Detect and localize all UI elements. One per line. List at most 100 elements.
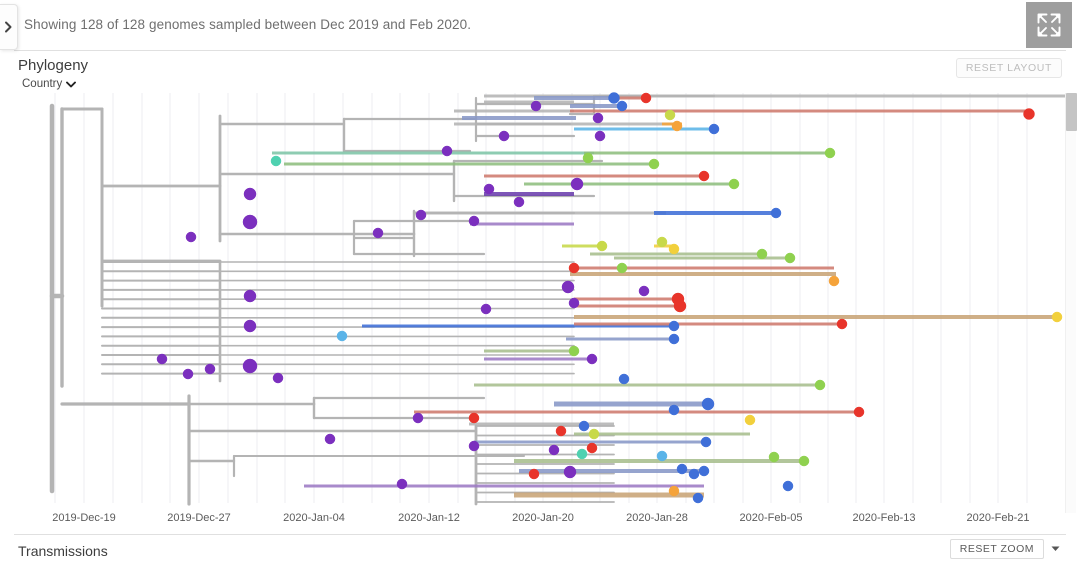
reset-layout-button[interactable]: RESET LAYOUT [955, 58, 1062, 78]
tree-tip[interactable] [441, 145, 453, 157]
tree-tip[interactable] [853, 406, 865, 418]
tree-tip[interactable] [692, 492, 704, 504]
sidebar-expand-toggle[interactable] [0, 4, 18, 50]
tree-tip[interactable] [396, 478, 408, 490]
tree-tip[interactable] [156, 353, 168, 365]
tree-tip[interactable] [701, 397, 715, 411]
tree-tip[interactable] [798, 455, 810, 467]
tree-tip[interactable] [668, 333, 680, 345]
tree-tip[interactable] [824, 147, 836, 159]
tree-tip[interactable] [555, 425, 567, 437]
tree-tip[interactable] [480, 303, 492, 315]
tree-tip[interactable] [243, 319, 257, 333]
tree-tip[interactable] [530, 100, 542, 112]
tree-tip[interactable] [594, 130, 606, 142]
tree-tip[interactable] [656, 236, 668, 248]
tree-tip[interactable] [468, 215, 480, 227]
scrollbar-thumb[interactable] [1066, 93, 1077, 131]
tree-tip[interactable] [204, 363, 216, 375]
page-title: Phylogeny [18, 57, 89, 74]
tree-tip[interactable] [836, 318, 848, 330]
tree-tip[interactable] [828, 275, 840, 287]
tree-tip[interactable] [412, 412, 424, 424]
tree-tip[interactable] [744, 414, 756, 426]
tree-tip[interactable] [586, 353, 598, 365]
tree-tip[interactable] [1023, 108, 1035, 120]
fullscreen-button[interactable] [1026, 2, 1072, 48]
tree-tip[interactable] [513, 196, 525, 208]
tree-tip[interactable] [548, 444, 560, 456]
tree-tip[interactable] [671, 120, 683, 132]
tree-tip[interactable] [578, 420, 590, 432]
tree-tip[interactable] [814, 379, 826, 391]
tree-tip[interactable] [528, 468, 540, 480]
tree-tip[interactable] [1051, 311, 1063, 323]
vertical-scrollbar[interactable] [1065, 93, 1077, 513]
tree-tip[interactable] [588, 428, 600, 440]
tree-tip[interactable] [242, 358, 258, 374]
tree-tip[interactable] [592, 112, 604, 124]
tree-tip[interactable] [668, 485, 680, 497]
tree-tip[interactable] [582, 152, 594, 164]
tree-tip[interactable] [673, 299, 687, 313]
tree-tip[interactable] [664, 109, 676, 121]
tree-tip[interactable] [668, 320, 680, 332]
phylogeny-plot[interactable]: 2019-Dec-19 2019-Dec-27 2020-Jan-04 2020-Ja… [14, 91, 1066, 536]
time-axis: 2019-Dec-19 2019-Dec-27 2020-Jan-04 2020-Ja… [52, 512, 1029, 524]
tree-tip[interactable] [570, 177, 584, 191]
tree-tip[interactable] [596, 240, 608, 252]
tree-tip[interactable] [468, 412, 480, 424]
tree-tip[interactable] [468, 440, 480, 452]
tree-tip[interactable] [498, 130, 510, 142]
tree-tip[interactable] [182, 368, 194, 380]
tree-tip[interactable] [768, 451, 780, 463]
phylogeny-tree-svg[interactable]: 2019-Dec-19 2019-Dec-27 2020-Jan-04 2020-Ja… [14, 91, 1066, 536]
tree-tip[interactable] [336, 330, 348, 342]
tree-tip[interactable] [372, 227, 384, 239]
tree-tip[interactable] [656, 450, 668, 462]
tree-tip[interactable] [648, 158, 660, 170]
tree-tip[interactable] [700, 436, 712, 448]
tree-tip[interactable] [608, 92, 620, 104]
tree-branches [272, 94, 1066, 498]
tree-tip[interactable] [243, 289, 257, 303]
tree-tip[interactable] [568, 345, 580, 357]
tree-tip[interactable] [272, 372, 284, 384]
tree-tip[interactable] [586, 442, 598, 454]
tree-tip[interactable] [616, 100, 628, 112]
tree-tip[interactable] [668, 243, 680, 255]
tree-tip[interactable] [561, 280, 575, 294]
tree-tip[interactable] [782, 480, 794, 492]
tree-tip[interactable] [270, 155, 282, 167]
color-by-dropdown[interactable]: Country [22, 78, 77, 90]
tree-tip[interactable] [756, 248, 768, 260]
axis-tick-label: 2020-Feb-21 [967, 512, 1030, 524]
tree-tip[interactable] [618, 373, 630, 385]
tree-tip[interactable] [770, 207, 782, 219]
tree-tip[interactable] [483, 183, 495, 195]
tree-tip[interactable] [185, 231, 197, 243]
tree-tip[interactable] [568, 297, 580, 309]
tree-tip[interactable] [640, 92, 652, 104]
tree-tip[interactable] [728, 178, 740, 190]
tree-tip[interactable] [638, 285, 650, 297]
tree-tip[interactable] [616, 262, 628, 274]
tree-tip[interactable] [698, 170, 710, 182]
tree-tip[interactable] [576, 448, 588, 460]
tree-tip[interactable] [563, 465, 577, 479]
tree-tip[interactable] [415, 209, 427, 221]
tree-tip[interactable] [568, 262, 580, 274]
tree-tip[interactable] [324, 433, 336, 445]
tree-tip[interactable] [242, 214, 258, 230]
tree-tip[interactable] [243, 187, 257, 201]
tree-tip[interactable] [688, 468, 700, 480]
tree-tip[interactable] [698, 465, 710, 477]
reset-zoom-button[interactable]: RESET ZOOM [949, 539, 1044, 559]
tree-tip[interactable] [784, 252, 796, 264]
tree-tip[interactable] [676, 463, 688, 475]
tree-tip[interactable] [668, 404, 680, 416]
axis-tick-label: 2020-Jan-12 [398, 512, 460, 524]
tree-tip[interactable] [708, 123, 720, 135]
transmissions-title: Transmissions [18, 543, 108, 559]
zoom-dropdown-toggle[interactable] [1048, 542, 1062, 556]
